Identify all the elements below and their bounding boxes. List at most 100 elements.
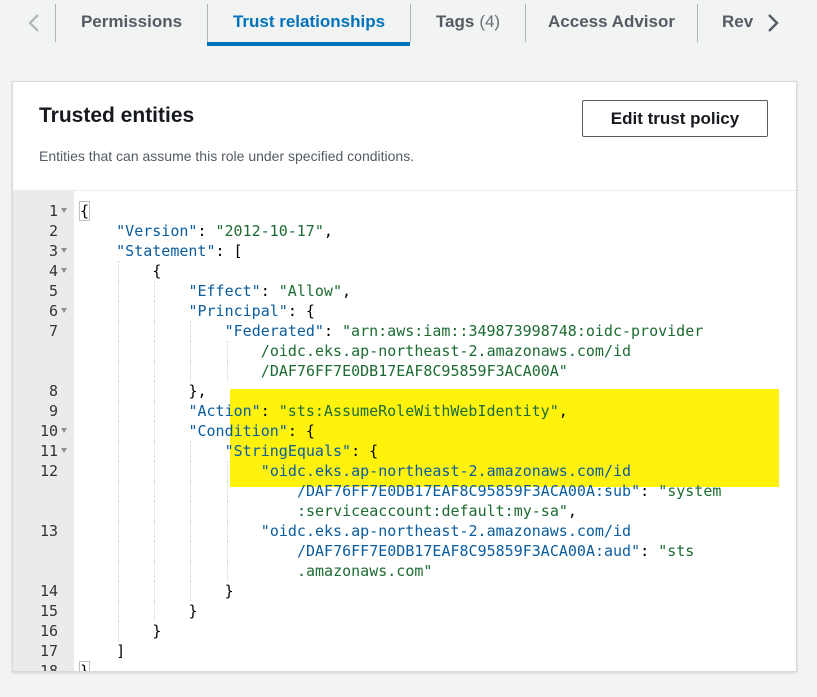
code-text: /oidc.eks.ap-northeast-2.amazonaws.com/i…	[261, 341, 631, 361]
json-key: "oidc.eks.ap-northeast-2.amazonaws.com/i…	[260, 462, 632, 480]
indent-guide	[118, 441, 120, 461]
indent-guide	[118, 581, 120, 601]
tab-access-advisor[interactable]: Access Advisor	[526, 0, 697, 44]
line-number: 7	[48, 322, 58, 340]
code-line: .amazonaws.com"	[13, 561, 796, 581]
json-punctuation: }	[152, 622, 162, 640]
indent-guide	[190, 341, 192, 361]
indent-guide	[190, 361, 192, 381]
indent-guide	[154, 581, 156, 601]
line-number: 10	[39, 422, 58, 440]
panel-description: Entities that can assume this role under…	[39, 148, 415, 164]
json-string: "Allow"	[278, 282, 342, 300]
indent-guide	[154, 281, 156, 301]
code-line: 10 "Condition": {	[13, 421, 796, 441]
tab-trust-relationships[interactable]: Trust relationships	[208, 0, 410, 44]
json-punctuation: ,	[558, 402, 568, 420]
code-line: 17]	[13, 641, 796, 661]
indent-guide	[154, 401, 156, 421]
line-number: 1	[48, 202, 58, 220]
json-punctuation: :	[197, 222, 216, 240]
indent-guide	[190, 541, 192, 561]
indent-guide	[154, 461, 156, 481]
indent-guide	[226, 461, 228, 481]
line-number: 18	[39, 662, 58, 671]
code-text: "Version": "2012-10-17",	[116, 221, 333, 241]
tab-revoke-sessions[interactable]: Rev	[698, 0, 753, 44]
code-line: 9 "Action": "sts:AssumeRoleWithWebIdentit…	[13, 401, 796, 421]
code-text: "StringEquals": {	[225, 441, 379, 461]
fold-toggle-icon[interactable]	[61, 448, 67, 453]
fold-toggle-icon[interactable]	[61, 308, 67, 313]
fold-toggle-icon[interactable]	[61, 428, 67, 433]
fold-toggle-icon[interactable]	[61, 208, 67, 213]
json-string: "sts:AssumeRoleWithWebIdentity"	[278, 402, 559, 420]
indent-guide	[118, 401, 120, 421]
fold-toggle-icon[interactable]	[61, 268, 67, 273]
indent-guide	[226, 481, 228, 501]
code-text: },	[188, 381, 206, 401]
code-text: "Action": "sts:AssumeRoleWithWebIdentity…	[188, 401, 567, 421]
indent-guide	[118, 301, 120, 321]
code-line: /DAF76FF7E0DB17EAF8C95859F3ACA00A"	[13, 361, 796, 381]
tab-permissions[interactable]: Permissions	[56, 0, 207, 44]
code-text: "Federated": "arn:aws:iam::349873998748:…	[225, 321, 704, 341]
indent-guide	[190, 441, 192, 461]
indent-guide	[226, 541, 228, 561]
fold-toggle-icon[interactable]	[61, 248, 67, 253]
line-number: 5	[48, 282, 58, 300]
bracket-match-marker	[79, 661, 91, 671]
code-line: 2 "Version": "2012-10-17",	[13, 221, 796, 241]
code-text: .amazonaws.com"	[297, 561, 432, 581]
indent-guide	[118, 521, 120, 541]
indent-guide	[118, 381, 120, 401]
tab-count-badge: (4)	[479, 12, 501, 31]
indent-guide	[190, 461, 192, 481]
indent-guide	[118, 281, 120, 301]
indent-guide	[226, 521, 228, 541]
code-text: /DAF76FF7E0DB17EAF8C95859F3ACA00A:aud": …	[297, 541, 694, 561]
indent-guide	[190, 321, 192, 341]
json-string: "sts	[658, 542, 695, 560]
code-text: /DAF76FF7E0DB17EAF8C95859F3ACA00A:sub": …	[297, 481, 721, 501]
trusted-entities-panel: Trusted entities Entities that can assum…	[12, 81, 797, 672]
code-line: 14}	[13, 581, 796, 601]
chevron-left-icon[interactable]	[20, 6, 48, 40]
indent-guide	[154, 521, 156, 541]
json-key: "Principal"	[188, 302, 288, 320]
code-line: 12 "oidc.eks.ap-northeast-2.amazonaws.com…	[13, 461, 796, 481]
code-line: 16}	[13, 621, 796, 641]
edit-trust-policy-button[interactable]: Edit trust policy	[582, 100, 768, 137]
json-string: /DAF76FF7E0DB17EAF8C95859F3ACA00A"	[260, 362, 568, 380]
line-number: 2	[48, 222, 58, 240]
line-number: 15	[39, 602, 58, 620]
indent-guide	[190, 581, 192, 601]
indent-guide	[154, 301, 156, 321]
code-line: 13 "oidc.eks.ap-northeast-2.amazonaws.com…	[13, 521, 796, 541]
code-line: 8},	[13, 381, 796, 401]
code-line: /DAF76FF7E0DB17EAF8C95859F3ACA00A:aud": …	[13, 541, 796, 561]
json-key: "Action"	[188, 402, 261, 420]
json-punctuation: ,	[567, 502, 577, 520]
tab-label: Tags	[435, 12, 475, 31]
code-line: /oidc.eks.ap-northeast-2.amazonaws.com/i…	[13, 341, 796, 361]
line-number: 9	[48, 402, 58, 420]
indent-guide	[118, 501, 120, 521]
indent-guide	[226, 341, 228, 361]
indent-guide	[154, 481, 156, 501]
indent-guide	[118, 461, 120, 481]
policy-json-editor[interactable]: 1{2 "Version": "2012-10-17", 3 "Statement":…	[13, 191, 796, 671]
indent-guide	[154, 541, 156, 561]
json-string: .amazonaws.com"	[296, 562, 433, 580]
chevron-right-icon[interactable]	[759, 6, 787, 40]
indent-guide	[154, 321, 156, 341]
indent-guide	[154, 561, 156, 581]
indent-guide	[118, 481, 120, 501]
code-text: /DAF76FF7E0DB17EAF8C95859F3ACA00A"	[261, 361, 568, 381]
tab-tags[interactable]: Tags (4)	[411, 0, 525, 44]
json-punctuation: ]	[116, 642, 126, 660]
code-line: /DAF76FF7E0DB17EAF8C95859F3ACA00A:sub": …	[13, 481, 796, 501]
json-key: "Condition"	[188, 422, 288, 440]
json-punctuation: :	[640, 542, 659, 560]
indent-guide	[154, 501, 156, 521]
